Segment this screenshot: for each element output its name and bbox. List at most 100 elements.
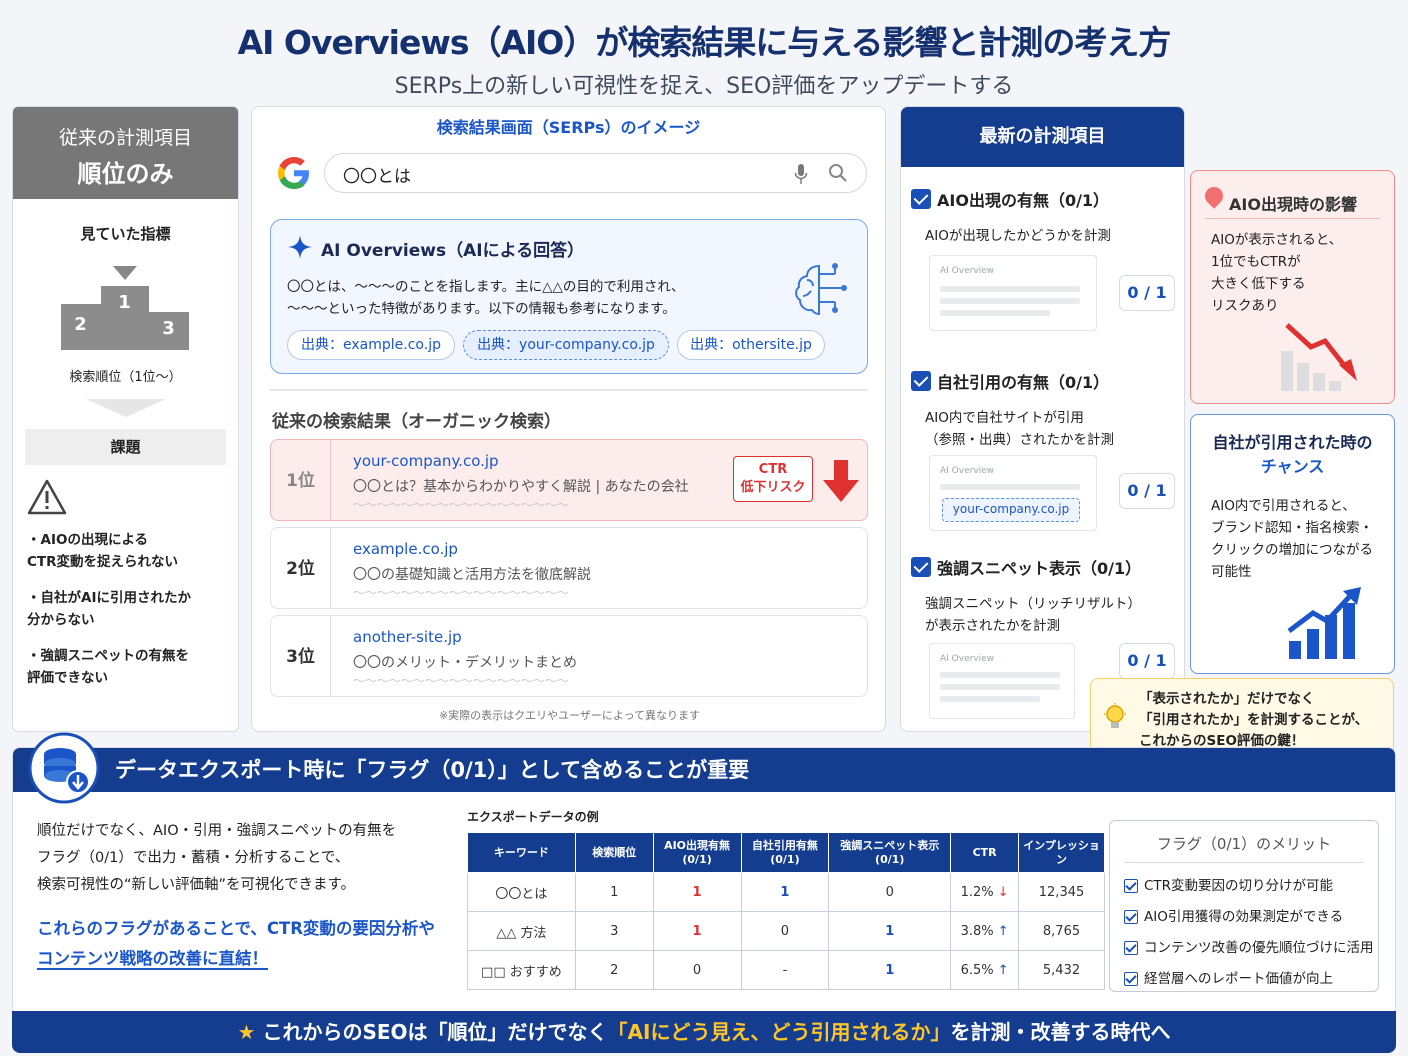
star-icon: ★ <box>237 1020 256 1044</box>
down-arrow-icon <box>85 399 166 417</box>
export-desc: 順位だけでなく、AIO・引用・強調スニペットの有無を フラグ（0/1）で出力・蓄… <box>37 823 397 893</box>
table-cell: 1 <box>740 872 830 912</box>
merits-box: フラグ（0/1）のメリット CTR変動要因の切り分けが可能 AIO引用獲得の効果… <box>1109 820 1379 992</box>
google-logo-icon <box>278 157 309 189</box>
rank-caption: 検索順位（1位〜） <box>69 370 182 385</box>
table-row: □□ おすすめ 2 0-1 6.5% ↑ 5,432 <box>467 950 1105 990</box>
result-url[interactable]: another-site.jp <box>353 628 462 646</box>
snippet-thumbnail: AI Overview <box>929 643 1075 719</box>
aio-citation-thumbnail: AI Overview your-company.co.jp <box>929 455 1097 531</box>
merit-item: 経営層へのレポート価値が向上 <box>1124 964 1378 995</box>
growth-chart-icon <box>1287 587 1361 659</box>
export-head: データエクスポート時に「フラグ（0/1）」として含めることが重要 <box>13 748 1395 792</box>
risk-title: AIO出現時の影響 <box>1229 195 1357 214</box>
table-cell: 1 <box>828 911 952 951</box>
organic-result-1[interactable]: 1位 your-company.co.jp 〇〇とは？基本からわかりやすく解説 … <box>270 439 868 521</box>
ai-overview-box: AI Overviews（AIによる回答） 〇〇とは、〜〜〜のことを指します。主… <box>270 219 868 374</box>
new-metrics-panel: 最新の計測項目 AIO出現の有無（0/1） AIOが出現したかどうかを計測 AI… <box>900 106 1185 732</box>
warning-icon <box>27 479 67 515</box>
metric-value: 0 / 1 <box>1119 275 1175 311</box>
organic-result-2[interactable]: 2位 example.co.jp 〇〇の基礎知識と活用方法を徹底解説 〜〜〜〜〜… <box>270 527 868 609</box>
aio-thumbnail: AI Overview <box>929 255 1097 331</box>
podium-second: 2 <box>60 304 101 350</box>
merit-item: AIO引用獲得の効果測定ができる <box>1124 902 1378 933</box>
page-subtitle: SERPs上の新しい可視性を捉え、SEO評価をアップデートする <box>394 74 1014 99</box>
sparkle-icon <box>288 235 312 259</box>
traditional-head: 従来の計測項目 順位のみ <box>13 107 238 199</box>
table-header: インプレッション <box>1018 832 1105 873</box>
table-cell: 12,345 <box>1018 872 1105 912</box>
metric-desc: AIOが出現したかどうかを計測 <box>925 228 1111 244</box>
table-cell: 8,765 <box>1018 911 1105 951</box>
watched-metric-label: 見ていた指標 <box>80 225 171 243</box>
traditional-metrics-panel: 従来の計測項目 順位のみ 見ていた指標 1 2 3 検索順位（1位〜） 課題 ・… <box>12 106 239 732</box>
result-url[interactable]: example.co.jp <box>353 540 458 558</box>
checkbox-icon <box>911 557 931 577</box>
ai-overview-title: AI Overviews（AIによる回答） <box>321 241 585 261</box>
metric-value: 0 / 1 <box>1119 473 1175 509</box>
ctr-risk-badge: CTR 低下リスク <box>733 456 813 502</box>
chance-body: AIO内で引用されると、 ブランド認知・指名検索・ クリックの増加につながる 可… <box>1211 498 1373 580</box>
chance-title: 自社が引用された時の チャンス <box>1212 433 1373 476</box>
source-chip-example[interactable]: 出典：example.co.jp <box>287 330 455 360</box>
thumb-citation: your-company.co.jp <box>942 498 1080 522</box>
table-cell: - <box>740 950 830 990</box>
checkbox-icon <box>1124 910 1138 924</box>
organic-title: 従来の検索結果（オーガニック検索） <box>272 412 561 432</box>
table-row: 〇〇とは 1 1 1 0 1.2% ↓ 12,345 <box>467 872 1105 912</box>
lightbulb-icon <box>1104 703 1126 728</box>
issue-list: ・AIOの出現による CTR変動を捉えられない ・自社がAIに引用されたか 分か… <box>27 529 238 689</box>
footer-text-c: を計測・改善する時代へ <box>950 1020 1171 1044</box>
organic-result-3[interactable]: 3位 another-site.jp 〇〇のメリット・デメリットまとめ 〜〜〜〜… <box>270 615 868 697</box>
table-cell: □□ おすすめ <box>467 950 576 990</box>
table-header: 強調スニペット表示 (0/1) <box>828 832 952 873</box>
risk-body: AIOが表示されると、 1位でもCTRが 大きく低下する リスクあり <box>1211 232 1343 314</box>
down-arrow-icon: ↓ <box>993 884 1009 900</box>
result-desc: 〇〇の基礎知識と活用方法を徹底解説 <box>353 567 591 583</box>
result-desc: 〇〇のメリット・デメリットまとめ <box>353 655 577 671</box>
up-arrow-icon: ↑ <box>993 923 1009 939</box>
header: AI Overviews（AIO）が検索結果に与える影響と計測の考え方 SERP… <box>0 0 1408 100</box>
export-section: データエクスポート時に「フラグ（0/1）」として含めることが重要 順位だけでなく… <box>12 747 1396 1015</box>
checkbox-icon <box>1124 941 1138 955</box>
podium-third: 3 <box>148 312 189 350</box>
merits-title: フラグ（0/1）のメリット <box>1156 835 1332 853</box>
metric-self-citation: 自社引用の有無（0/1） AIO内で自社サイトが引用 （参照・出典）されたかを計… <box>911 369 1114 451</box>
up-arrow-icon: ↑ <box>993 962 1009 978</box>
issue-item: ・強調スニペットの有無を 評価できない <box>27 648 189 686</box>
serp-title: 検索結果画面（SERPs）のイメージ <box>436 118 701 137</box>
source-chip-othersite[interactable]: 出典：othersite.jp <box>677 330 825 360</box>
merits-list: CTR変動要因の切り分けが可能 AIO引用獲得の効果測定ができる コンテンツ改善… <box>1124 871 1378 995</box>
table-cell: 3.8% ↑ <box>950 911 1020 951</box>
thumb-label: AI Overview <box>940 266 995 276</box>
ai-overview-text: 〇〇とは、〜〜〜のことを指します。主に△△の目的で利用され、 〜〜〜といった特徴… <box>287 279 685 317</box>
table-header: CTR <box>950 832 1020 873</box>
export-table-title: エクスポートデータの例 <box>467 810 599 824</box>
export-table: キーワード 検索順位 AIO出現有無 (0/1) 自社引用有無 (0/1) 強調スニペッ… <box>467 832 1105 990</box>
metric-value: 0 / 1 <box>1119 643 1175 679</box>
table-header: キーワード <box>467 832 576 873</box>
source-chip-your-company[interactable]: 出典：your-company.co.jp <box>463 330 669 360</box>
table-cell: △△ 方法 <box>467 911 576 951</box>
issue-item: ・自社がAIに引用されたか 分からない <box>27 590 191 628</box>
microphone-icon[interactable] <box>794 163 808 185</box>
citation-chance-card: 自社が引用された時の チャンス AIO内で引用されると、 ブランド認知・指名検索・… <box>1190 414 1395 674</box>
search-input[interactable]: 〇〇とは <box>324 153 867 193</box>
result-url[interactable]: your-company.co.jp <box>353 452 499 470</box>
traditional-head-value: 順位のみ <box>77 160 174 188</box>
table-cell: 6.5% ↑ <box>950 950 1020 990</box>
table-cell: 0 <box>652 950 742 990</box>
metric-label: 自社引用の有無（0/1） <box>937 373 1110 392</box>
table-cell: 1 <box>574 872 654 912</box>
thumb-label: AI Overview <box>940 654 995 664</box>
search-icon[interactable] <box>828 163 848 183</box>
metric-aio-appearance: AIO出現の有無（0/1） AIOが出現したかどうかを計測 <box>911 187 1111 247</box>
page-title: AI Overviews（AIO）が検索結果に与える影響と計測の考え方 <box>237 23 1172 62</box>
issue-item: ・AIOの出現による CTR変動を捉えられない <box>27 532 179 570</box>
footer-banner: ★ これからのSEOは「順位」だけでなく「AIにどう見え、どう引用されるか」を計… <box>12 1011 1396 1053</box>
result-rank: 1位 <box>271 440 331 520</box>
table-cell: 〇〇とは <box>467 872 576 912</box>
podium-first: 1 <box>100 286 149 350</box>
table-cell: 2 <box>574 950 654 990</box>
metric-label: AIO出現の有無（0/1） <box>937 191 1110 210</box>
